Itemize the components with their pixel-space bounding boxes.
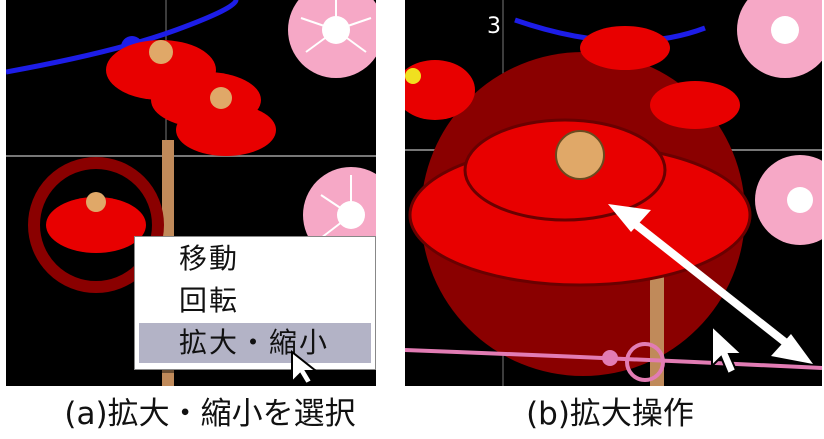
plum-blossom — [288, 0, 376, 78]
vertex-label: 3 — [487, 14, 501, 39]
camellia-flower-selected[interactable] — [46, 192, 146, 253]
plum-blossom — [755, 155, 822, 245]
menu-item-scale[interactable]: 拡大・縮小 — [139, 323, 371, 363]
mouse-pointer-icon — [711, 324, 745, 376]
canvas-drawing-b — [405, 0, 822, 386]
mouse-pointer-icon — [291, 350, 319, 386]
caption-b: (b)拡大操作 — [526, 396, 694, 432]
path-control-point[interactable] — [602, 350, 618, 366]
plum-blossom — [737, 0, 822, 78]
editor-canvas-b[interactable]: 3 — [405, 0, 822, 386]
context-menu: 移動 回転 拡大・縮小 — [134, 236, 376, 370]
editor-canvas-a[interactable]: 移動 回転 拡大・縮小 — [6, 0, 376, 386]
menu-item-rotate[interactable]: 回転 — [139, 281, 371, 321]
caption-a: (a)拡大・縮小を選択 — [64, 396, 356, 432]
menu-item-move[interactable]: 移動 — [139, 239, 371, 279]
